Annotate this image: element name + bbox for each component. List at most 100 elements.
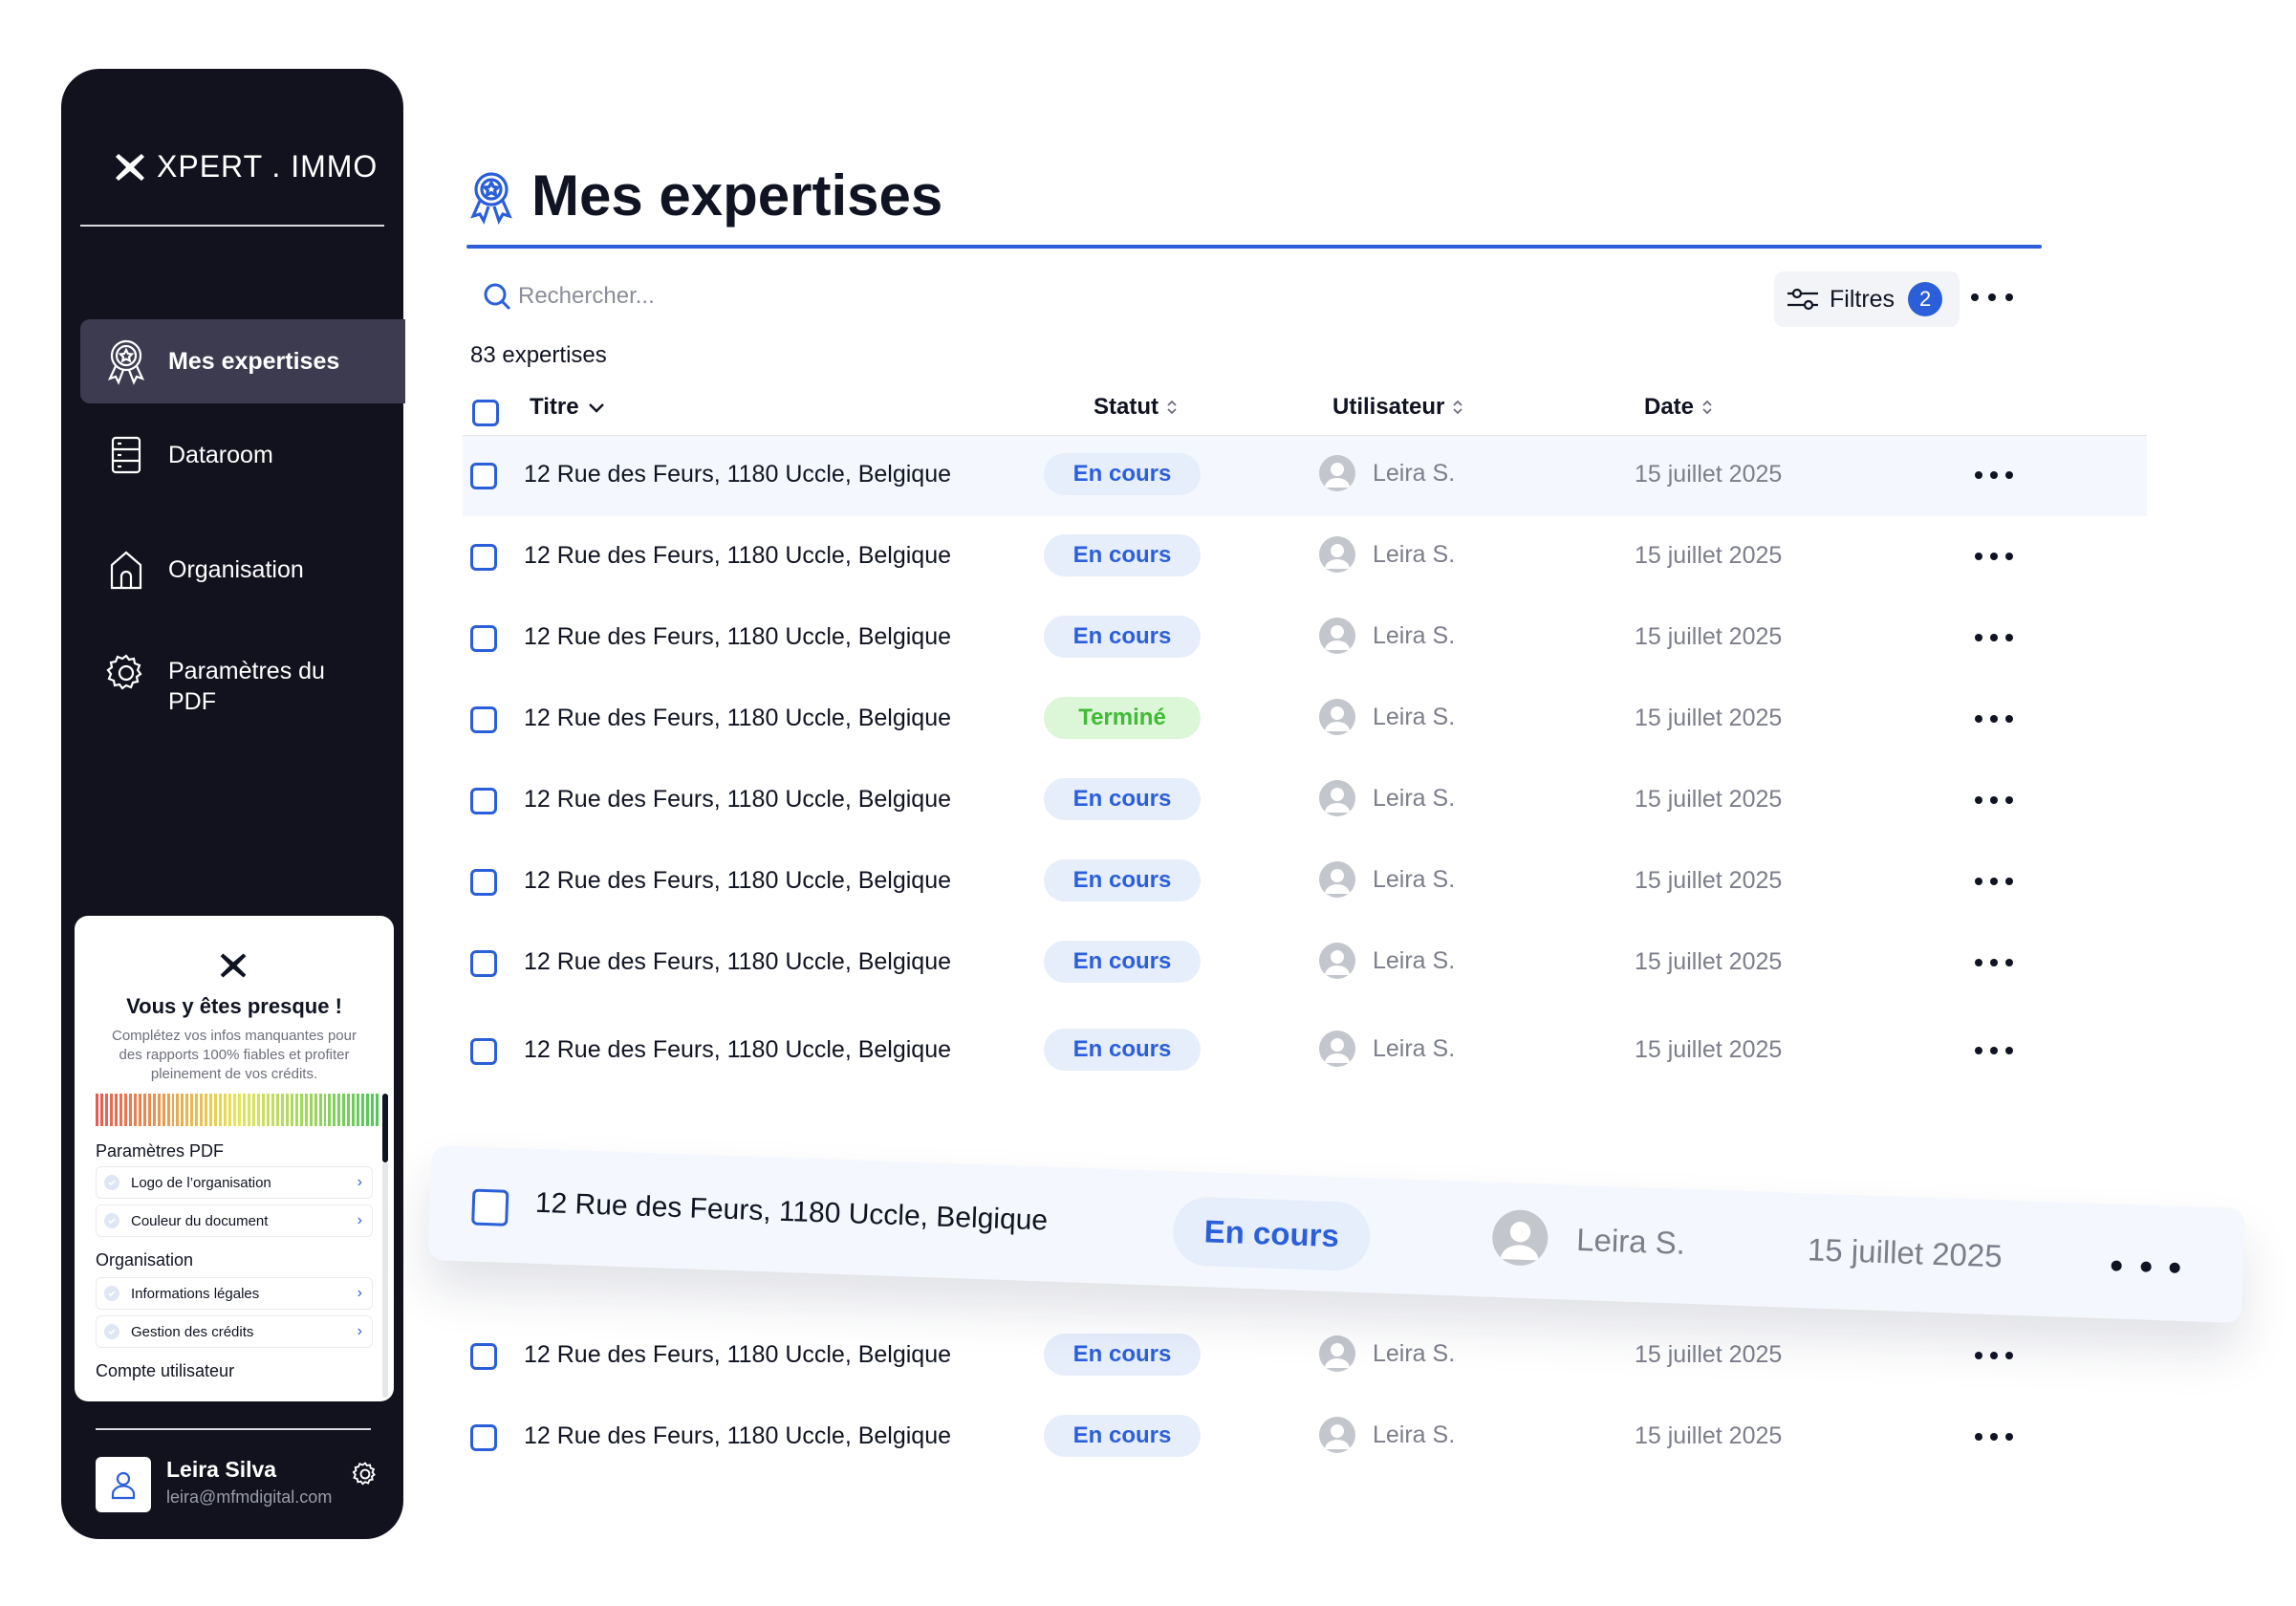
row-checkbox[interactable] (471, 1188, 509, 1226)
completion-progress-bar (96, 1094, 379, 1126)
row-date: 15 juillet 2025 (1635, 786, 1783, 813)
table-row[interactable]: 12 Rue des Feurs, 1180 Uccle, Belgique E… (463, 761, 2147, 841)
user-avatar-icon (1319, 699, 1355, 735)
table-row[interactable]: 12 Rue des Feurs, 1180 Uccle, Belgique E… (463, 1316, 2147, 1397)
row-more-icon[interactable] (1975, 1349, 2013, 1362)
row-user-name: Leira S. (1373, 540, 1456, 568)
status-badge: En cours (1044, 941, 1201, 983)
row-title[interactable]: 12 Rue des Feurs, 1180 Uccle, Belgique (524, 705, 951, 732)
user-avatar[interactable] (96, 1457, 151, 1512)
table-row[interactable]: 12 Rue des Feurs, 1180 Uccle, Belgique E… (463, 1398, 2147, 1478)
row-checkbox[interactable] (470, 869, 497, 896)
dragged-row-card[interactable]: 12 Rue des Feurs, 1180 Uccle, Belgique E… (427, 1145, 2245, 1324)
row-title: 12 Rue des Feurs, 1180 Uccle, Belgique (534, 1186, 1049, 1237)
row-title[interactable]: 12 Rue des Feurs, 1180 Uccle, Belgique (524, 1036, 951, 1064)
user-avatar-icon (1319, 1335, 1355, 1372)
table-row[interactable]: 12 Rue des Feurs, 1180 Uccle, Belgique E… (463, 598, 2147, 679)
row-title[interactable]: 12 Rue des Feurs, 1180 Uccle, Belgique (524, 623, 951, 651)
status-badge: En cours (1044, 1334, 1201, 1376)
row-checkbox[interactable] (470, 1343, 497, 1370)
nav-organisation[interactable]: Organisation (80, 532, 405, 608)
row-user: Leira S. (1319, 1031, 1455, 1067)
search-input[interactable] (518, 283, 900, 310)
award-badge-icon (470, 172, 512, 225)
row-more-icon[interactable] (2111, 1255, 2180, 1277)
award-badge-icon (97, 333, 155, 390)
page-title: Mes expertises (531, 163, 943, 228)
column-label: Date (1644, 394, 1695, 420)
table-row[interactable]: 12 Rue des Feurs, 1180 Uccle, Belgique E… (463, 517, 2147, 597)
search-bar[interactable] (482, 281, 900, 312)
user-avatar-icon (1319, 1417, 1355, 1453)
row-more-icon[interactable] (1975, 712, 2013, 726)
row-more-icon[interactable] (1975, 1430, 2013, 1443)
table-row[interactable]: 12 Rue des Feurs, 1180 Uccle, Belgique E… (463, 923, 2147, 1004)
nav-parametres-pdf[interactable]: Paramètres du PDF (80, 639, 386, 734)
row-title[interactable]: 12 Rue des Feurs, 1180 Uccle, Belgique (524, 867, 951, 895)
table-row[interactable]: 12 Rue des Feurs, 1180 Uccle, Belgique E… (463, 436, 2147, 516)
settings-gear-icon (97, 644, 155, 702)
row-more-icon[interactable] (1975, 793, 2013, 807)
status-badge: En cours (1044, 1415, 1201, 1457)
row-checkbox[interactable] (470, 1038, 497, 1065)
scrollbar-track[interactable] (382, 1162, 388, 1398)
column-date[interactable]: Date (1644, 394, 1713, 421)
row-more-icon[interactable] (1975, 468, 2013, 482)
row-user-name: Leira S. (1373, 946, 1456, 974)
row-checkbox[interactable] (470, 1424, 497, 1451)
row-user: Leira S. (1319, 1417, 1455, 1453)
row-title[interactable]: 12 Rue des Feurs, 1180 Uccle, Belgique (524, 461, 951, 488)
select-all-checkbox[interactable] (472, 400, 499, 426)
section-compte-utilisateur: Compte utilisateur (96, 1361, 235, 1380)
row-more-icon[interactable] (1975, 1044, 2013, 1057)
table-row[interactable]: 12 Rue des Feurs, 1180 Uccle, Belgique E… (463, 842, 2147, 922)
column-label: Titre (530, 394, 579, 420)
row-more-icon[interactable] (1975, 875, 2013, 888)
column-statut[interactable]: Statut (1094, 394, 1178, 421)
row-title[interactable]: 12 Rue des Feurs, 1180 Uccle, Belgique (524, 948, 951, 976)
row-checkbox[interactable] (470, 544, 497, 571)
row-title[interactable]: 12 Rue des Feurs, 1180 Uccle, Belgique (524, 1422, 951, 1450)
scrollbar-thumb[interactable] (382, 1094, 388, 1162)
checklist-item-gestion-credits[interactable]: Gestion des crédits › (96, 1315, 373, 1348)
completion-card: Vous y êtes presque ! Complétez vos info… (75, 916, 394, 1401)
row-checkbox[interactable] (470, 625, 497, 652)
row-checkbox[interactable] (470, 788, 497, 814)
status-badge: Terminé (1044, 697, 1201, 739)
row-user: Leira S. (1319, 455, 1455, 491)
row-date: 15 juillet 2025 (1635, 867, 1783, 894)
row-more-icon[interactable] (1975, 550, 2013, 563)
row-checkbox[interactable] (470, 463, 497, 489)
row-user-name: Leira S. (1373, 784, 1456, 812)
row-date: 15 juillet 2025 (1635, 1036, 1783, 1063)
filters-button[interactable]: Filtres 2 (1774, 271, 1960, 327)
row-title[interactable]: 12 Rue des Feurs, 1180 Uccle, Belgique (524, 786, 951, 814)
checklist-item-couleur[interactable]: Couleur du document › (96, 1204, 373, 1237)
checklist-item-label: Couleur du document (131, 1212, 269, 1229)
row-more-icon[interactable] (1975, 631, 2013, 644)
nav-dataroom[interactable]: Dataroom (80, 417, 405, 493)
brand-logo[interactable]: XPERT . IMMO (113, 149, 378, 184)
checklist-item-logo[interactable]: Logo de l’organisation › (96, 1166, 373, 1199)
column-utilisateur[interactable]: Utilisateur (1332, 394, 1463, 421)
table-row[interactable]: 12 Rue des Feurs, 1180 Uccle, Belgique E… (463, 1011, 2147, 1092)
section-parametres-pdf: Paramètres PDF (96, 1141, 225, 1161)
checklist-item-label: Informations légales (131, 1285, 260, 1302)
xpert-cross-icon (116, 153, 144, 181)
row-checkbox[interactable] (470, 706, 497, 733)
row-more-icon[interactable] (1975, 956, 2013, 969)
status-badge: En cours (1044, 453, 1201, 495)
user-settings-gear-icon[interactable] (352, 1461, 379, 1487)
brand-name: XPERT . IMMO (157, 149, 379, 184)
row-checkbox[interactable] (470, 950, 497, 977)
more-options-icon[interactable] (1971, 283, 2013, 312)
checklist-item-informations-legales[interactable]: Informations légales › (96, 1277, 373, 1310)
row-date: 15 juillet 2025 (1635, 1341, 1783, 1368)
column-titre[interactable]: Titre (530, 394, 606, 421)
table-row[interactable]: 12 Rue des Feurs, 1180 Uccle, Belgique T… (463, 680, 2147, 760)
row-title[interactable]: 12 Rue des Feurs, 1180 Uccle, Belgique (524, 542, 951, 570)
nav-mes-expertises[interactable]: Mes expertises (80, 319, 405, 403)
table-header: Titre Statut Utilisateur Date (463, 386, 2145, 436)
user-avatar-icon (1319, 1031, 1355, 1067)
row-title[interactable]: 12 Rue des Feurs, 1180 Uccle, Belgique (524, 1341, 951, 1369)
